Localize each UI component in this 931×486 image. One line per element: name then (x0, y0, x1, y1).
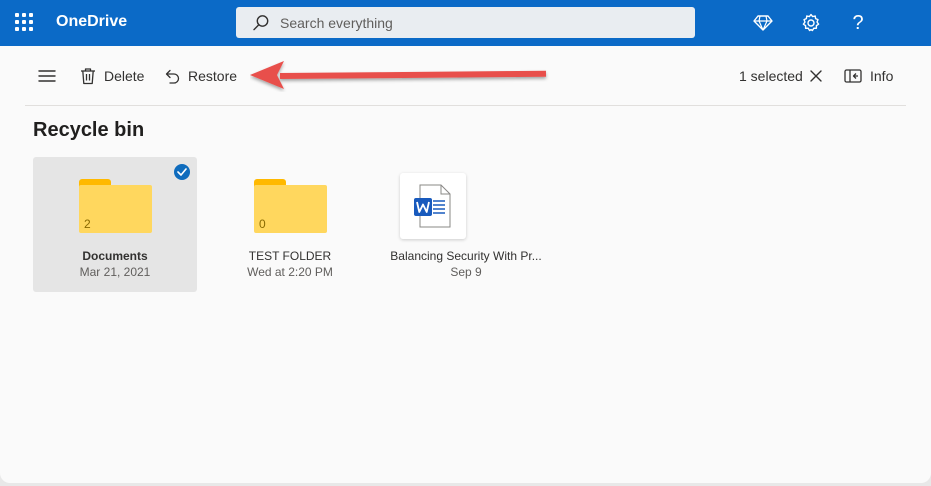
help-question-icon[interactable]: ? (846, 11, 870, 35)
item-name: Documents (82, 249, 148, 263)
delete-label: Delete (104, 68, 145, 84)
item-date: Sep 9 (450, 265, 482, 279)
folder-item-count: 2 (84, 217, 91, 231)
app-name[interactable]: OneDrive (56, 13, 127, 31)
trash-icon (81, 68, 95, 85)
item-date: Mar 21, 2021 (79, 265, 151, 279)
clear-selection-button[interactable] (809, 66, 823, 86)
premium-diamond-icon[interactable] (751, 11, 775, 35)
selected-check-icon[interactable] (174, 164, 190, 180)
recycle-item-test-folder[interactable]: 0 TEST FOLDER Wed at 2:20 PM (208, 157, 372, 292)
search-input[interactable] (280, 7, 680, 38)
recycle-item-balancing-security[interactable]: Balancing Security With Pr... Sep 9 (384, 157, 548, 292)
item-date: Wed at 2:20 PM (247, 265, 333, 279)
hamburger-menu-icon (38, 70, 56, 82)
item-name: TEST FOLDER (248, 249, 332, 263)
info-label: Info (870, 68, 894, 84)
delete-button[interactable]: Delete (80, 66, 144, 86)
folder-icon: 2 (79, 179, 152, 233)
top-bar: OneDrive ? (0, 0, 931, 46)
search-box[interactable] (236, 7, 695, 38)
navigation-menu-button[interactable] (38, 66, 56, 86)
folder-item-count: 0 (259, 217, 266, 231)
settings-gear-icon[interactable] (799, 11, 823, 35)
annotation-arrow-icon (250, 61, 547, 89)
search-icon (253, 15, 269, 31)
recycle-item-documents[interactable]: 2 Documents Mar 21, 2021 (33, 157, 197, 292)
selected-count-label: 1 selected (739, 68, 803, 84)
page-title: Recycle bin (33, 119, 145, 141)
restore-undo-icon (165, 69, 180, 84)
info-button[interactable]: Info (844, 66, 893, 86)
restore-button[interactable]: Restore (164, 66, 237, 86)
close-icon (810, 70, 822, 82)
app-launcher-icon[interactable] (15, 13, 33, 31)
folder-icon: 0 (254, 179, 327, 233)
item-name: Balancing Security With Pr... (390, 249, 542, 263)
selection-count: 1 selected (739, 66, 803, 86)
restore-label: Restore (188, 68, 238, 84)
info-pane-icon (844, 69, 862, 83)
